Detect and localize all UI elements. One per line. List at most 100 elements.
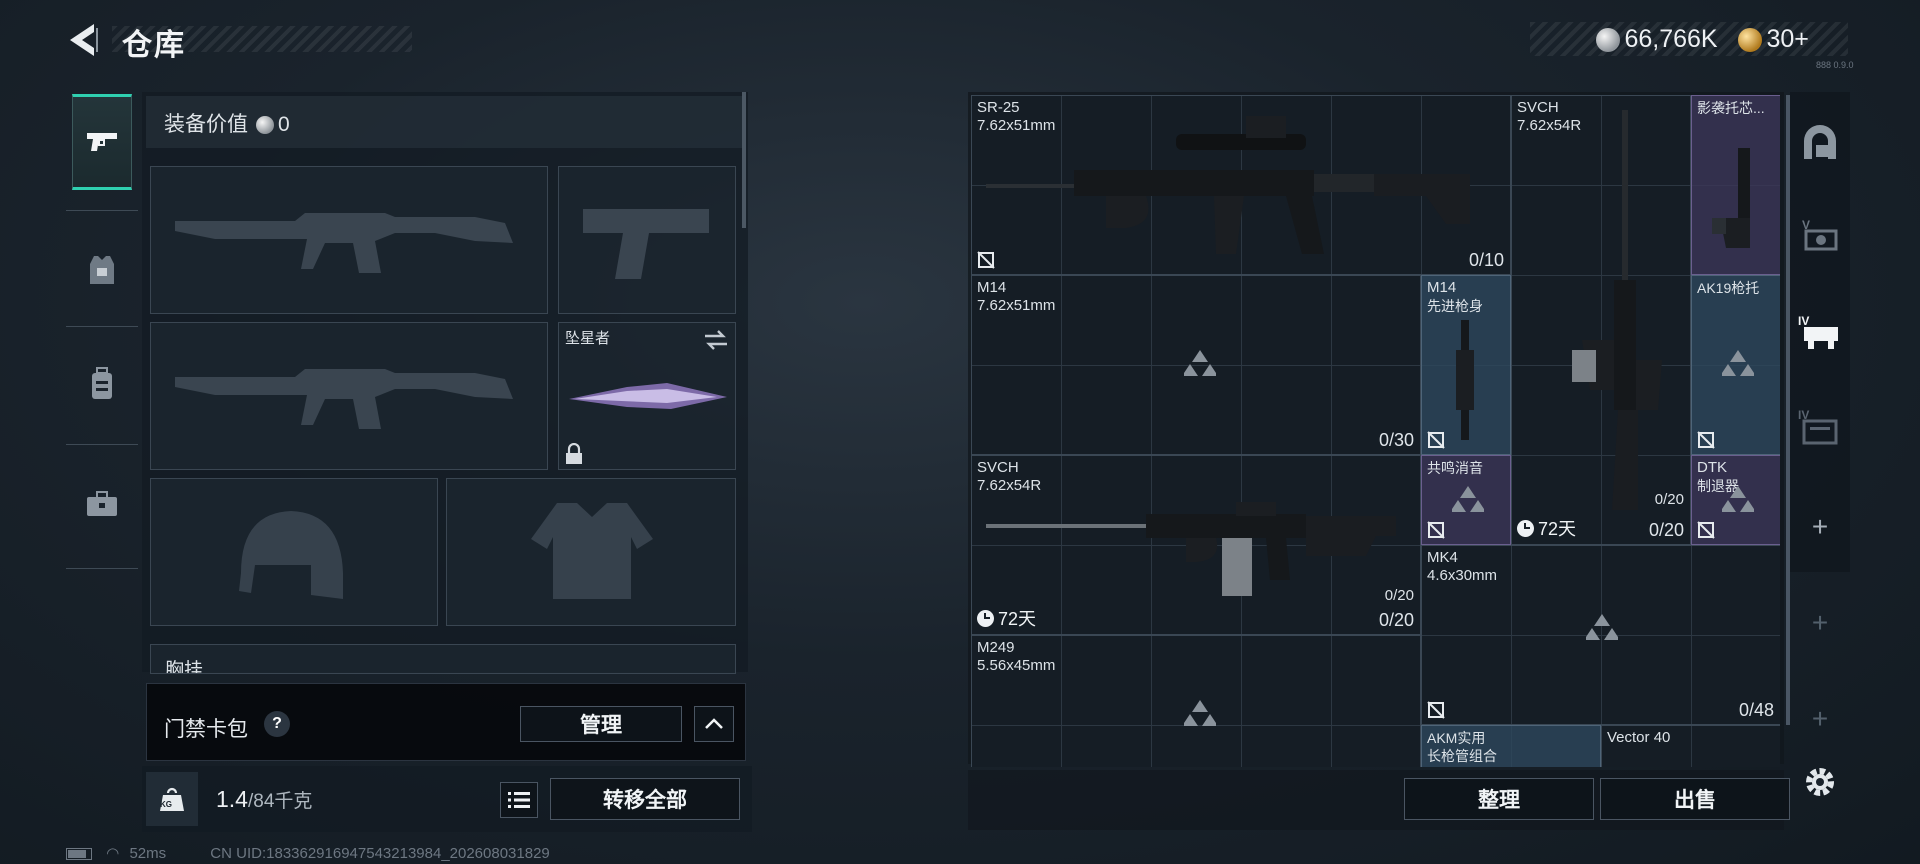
rifle-silhouette-icon xyxy=(175,213,513,273)
item-caliber: 7.62x54R xyxy=(977,477,1042,494)
item-ammo: 0/20 xyxy=(1378,610,1414,630)
weight-unit-badge: KG xyxy=(160,800,172,809)
gear-icon[interactable] xyxy=(1802,764,1838,800)
silver-coin-icon xyxy=(256,116,274,135)
add-stash-page-icon[interactable]: + xyxy=(1796,500,1844,554)
stash-item[interactable]: DTK 制退器 xyxy=(1691,455,1780,545)
tab-weapons[interactable] xyxy=(72,94,132,190)
list-icon xyxy=(508,792,530,808)
item-ammo: 0/30 xyxy=(1378,430,1414,450)
back-arrow-icon[interactable] xyxy=(64,20,100,60)
manage-button[interactable]: 管理 xyxy=(520,706,682,742)
placeholder-item-icon xyxy=(1722,486,1754,512)
tab-stash-iv-active[interactable]: IV xyxy=(1796,304,1844,358)
stash-item[interactable]: SVCH 7.62x54R 72天 0/20 0/20 xyxy=(971,455,1421,635)
stash-item[interactable]: SR-25 7.62x51mm 0/10 xyxy=(971,95,1511,275)
helmet-slot[interactable] xyxy=(150,478,438,626)
item-name: M14 xyxy=(1427,279,1457,296)
stash-item[interactable]: M249 5.56x45mm xyxy=(971,635,1421,767)
add-stash-page-icon[interactable]: + xyxy=(1796,692,1844,746)
transfer-all-button[interactable]: 转移全部 xyxy=(550,778,740,820)
equip-value-amount: 0 xyxy=(278,113,290,136)
currency-bar: 66,766K 30+ xyxy=(1530,22,1848,56)
item-caliber: 先进枪身 xyxy=(1427,298,1483,314)
pistol-slot[interactable] xyxy=(558,166,736,314)
item-caliber: 长枪管组合 xyxy=(1427,748,1497,764)
item-caliber: 4.6x30mm xyxy=(1427,567,1498,584)
swap-icon[interactable] xyxy=(703,329,729,351)
safe-box-icon xyxy=(1804,125,1836,159)
chest-rig-slot[interactable]: 胸挂 xyxy=(150,644,736,674)
help-icon[interactable]: ? xyxy=(264,711,290,737)
pistol-silhouette-icon xyxy=(583,209,709,279)
stash-item[interactable]: AKM实用 长枪管组合 xyxy=(1421,725,1601,767)
loadout-scrollbar[interactable] xyxy=(742,92,746,228)
no-insure-icon xyxy=(1697,431,1715,449)
weight-current: 1.4 xyxy=(216,786,248,812)
stash-item[interactable]: SVCH 7.62x54R 72天 0/20 0/20 xyxy=(1511,95,1691,545)
sidebar-divider xyxy=(66,444,138,445)
svg-text:IV: IV xyxy=(1798,314,1809,328)
stash-item[interactable]: 共鸣消音 xyxy=(1421,455,1511,545)
keycard-pack-label: 门禁卡包 xyxy=(164,718,248,741)
stash-grid: SR-25 7.62x51mm 0/10 SVCH 7.62x54R 72天 0… xyxy=(971,95,1780,767)
pistol-icon xyxy=(87,133,117,151)
item-name: MK4 xyxy=(1427,549,1458,566)
armor-silhouette-icon xyxy=(531,503,653,599)
tab-armor[interactable] xyxy=(72,222,132,318)
stash-item[interactable]: AK19枪托 xyxy=(1691,275,1780,455)
tab-stash-v[interactable]: V xyxy=(1796,208,1844,262)
melee-slot[interactable]: 坠星者 xyxy=(558,322,736,470)
item-ammo-small: 0/20 xyxy=(1384,587,1414,604)
weight-readout: 1.4/84千克 xyxy=(216,786,312,813)
melee-name: 坠星者 xyxy=(565,330,611,347)
version-label: 888 0.9.0 xyxy=(1816,60,1854,70)
toolbox-icon xyxy=(87,491,117,516)
stash-item[interactable]: M14 7.62x51mm 0/30 xyxy=(971,275,1421,455)
tab-toolbox[interactable] xyxy=(72,456,132,552)
body-armor-slot[interactable] xyxy=(446,478,736,626)
no-insure-icon xyxy=(1427,521,1445,539)
item-caliber: 7.62x51mm xyxy=(977,297,1056,314)
add-stash-page-icon[interactable]: + xyxy=(1796,596,1844,650)
gold-coin-icon xyxy=(1738,27,1763,52)
placeholder-item-icon xyxy=(1184,350,1216,376)
item-name: 影袭托芯... xyxy=(1697,100,1765,116)
no-insure-icon xyxy=(1427,431,1445,449)
collapse-button[interactable] xyxy=(694,706,734,742)
sell-button[interactable]: 出售 xyxy=(1600,778,1790,820)
sr25-rifle-icon xyxy=(986,116,1470,254)
item-ammo: 0/20 xyxy=(1648,520,1684,540)
secondary-weapon-slot[interactable] xyxy=(150,322,548,470)
list-view-button[interactable] xyxy=(500,782,538,818)
chest-rig-label: 胸挂 xyxy=(165,660,204,674)
sort-button[interactable]: 整理 xyxy=(1404,778,1594,820)
item-name: AKM实用 xyxy=(1427,730,1486,746)
stash-item[interactable]: Vector 40 xyxy=(1601,725,1780,767)
backpack-icon xyxy=(92,367,112,399)
no-insure-icon xyxy=(1427,701,1445,719)
primary-weapon-slot[interactable] xyxy=(150,166,548,314)
svch-rifle-icon xyxy=(986,502,1396,596)
tab-backpack[interactable] xyxy=(72,336,132,432)
rental-time: 72天 xyxy=(977,605,1036,631)
item-ammo-small: 0/20 xyxy=(1654,491,1684,508)
stash-item[interactable]: M14 先进枪身 xyxy=(1421,275,1511,455)
item-name: AK19枪托 xyxy=(1697,280,1760,296)
gold-currency[interactable]: 30+ xyxy=(1767,25,1809,53)
status-bar: ◠ 52ms CN UID:18336291694754321398​4_202… xyxy=(66,844,550,862)
sidebar-divider xyxy=(66,210,138,211)
stash-item[interactable]: MK4 4.6x30mm 0/48 xyxy=(1421,545,1780,725)
item-name: SVCH xyxy=(977,459,1019,476)
item-name: 共鸣消音 xyxy=(1427,460,1483,476)
battery-icon xyxy=(66,848,92,861)
tab-stash-iv-2[interactable]: IV xyxy=(1796,398,1844,452)
tab-stash-main[interactable] xyxy=(1796,116,1844,170)
item-caliber: 5.56x45mm xyxy=(977,657,1056,674)
weight-max: /84千克 xyxy=(247,791,313,812)
item-days: 72天 xyxy=(1538,519,1577,539)
stash-item[interactable]: 影袭托芯... xyxy=(1691,95,1780,275)
clock-icon xyxy=(977,609,994,627)
placeholder-item-icon xyxy=(1184,700,1216,726)
storage-iv-icon: IV xyxy=(1798,314,1838,349)
